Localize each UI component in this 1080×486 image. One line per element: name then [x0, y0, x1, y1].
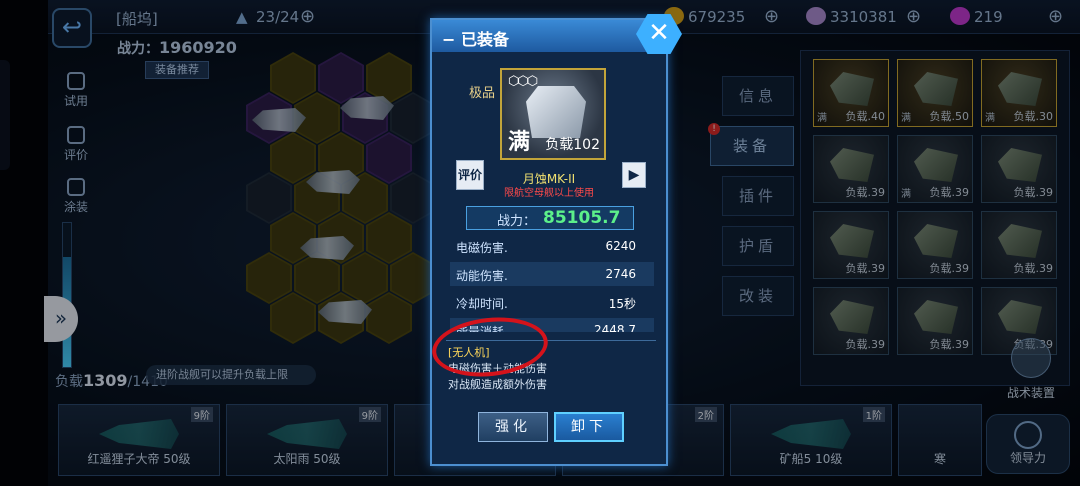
- drone-image: [526, 86, 586, 138]
- stat-key: 冷却时间.: [456, 297, 508, 311]
- item-rarity: 极品: [469, 86, 496, 101]
- item-stats-list[interactable]: 电磁伤害. 6240 动能伤害. 2746 冷却时间. 15秒 能量消耗. 2448.7: [450, 234, 654, 332]
- item-load: 负载102: [545, 137, 600, 153]
- strengthen-button[interactable]: 强化: [478, 412, 548, 442]
- stat-key: 电磁伤害.: [456, 241, 508, 255]
- item-card: ⬡⬡⬡ 满 负载102: [500, 68, 606, 160]
- stat-value: 6240: [605, 239, 636, 253]
- item-restriction: 限航空母舰以上使用: [504, 188, 594, 199]
- close-icon: ✕: [648, 18, 670, 48]
- item-power-label: 战力：: [497, 214, 537, 229]
- item-full-tag: 满: [508, 130, 531, 155]
- item-power-value: 85105.7: [543, 208, 621, 228]
- stat-key: 动能伤害.: [456, 269, 508, 283]
- hexagon-icon: ⬡⬡⬡: [508, 74, 538, 89]
- stat-row: 电磁伤害. 6240: [450, 234, 654, 258]
- stat-row: 动能伤害. 2746: [450, 262, 654, 286]
- stat-row: 冷却时间. 15秒: [450, 290, 654, 314]
- item-description-2: 对战舰造成额外伤害: [448, 378, 547, 391]
- stat-value: 2448.7: [594, 323, 636, 332]
- item-power: 战力： 85105.7: [466, 206, 634, 230]
- unequip-button[interactable]: 卸下: [554, 412, 624, 442]
- equipped-item-dialog: − 已装备 极品 ⬡⬡⬡ 满 负载102 评价 ▶ 月蚀MK-II 限航空母舰以…: [430, 18, 668, 466]
- stat-value: 15秒: [608, 297, 636, 311]
- dialog-header: − 已装备: [432, 20, 666, 52]
- game-screen: ↩ [船坞] ▲ 23/24 ⊕ 679235 ⊕ 3310381 ⊕ 219 …: [0, 0, 1080, 486]
- stat-value: 2746: [605, 267, 636, 281]
- dialog-title: − 已装备: [442, 30, 509, 49]
